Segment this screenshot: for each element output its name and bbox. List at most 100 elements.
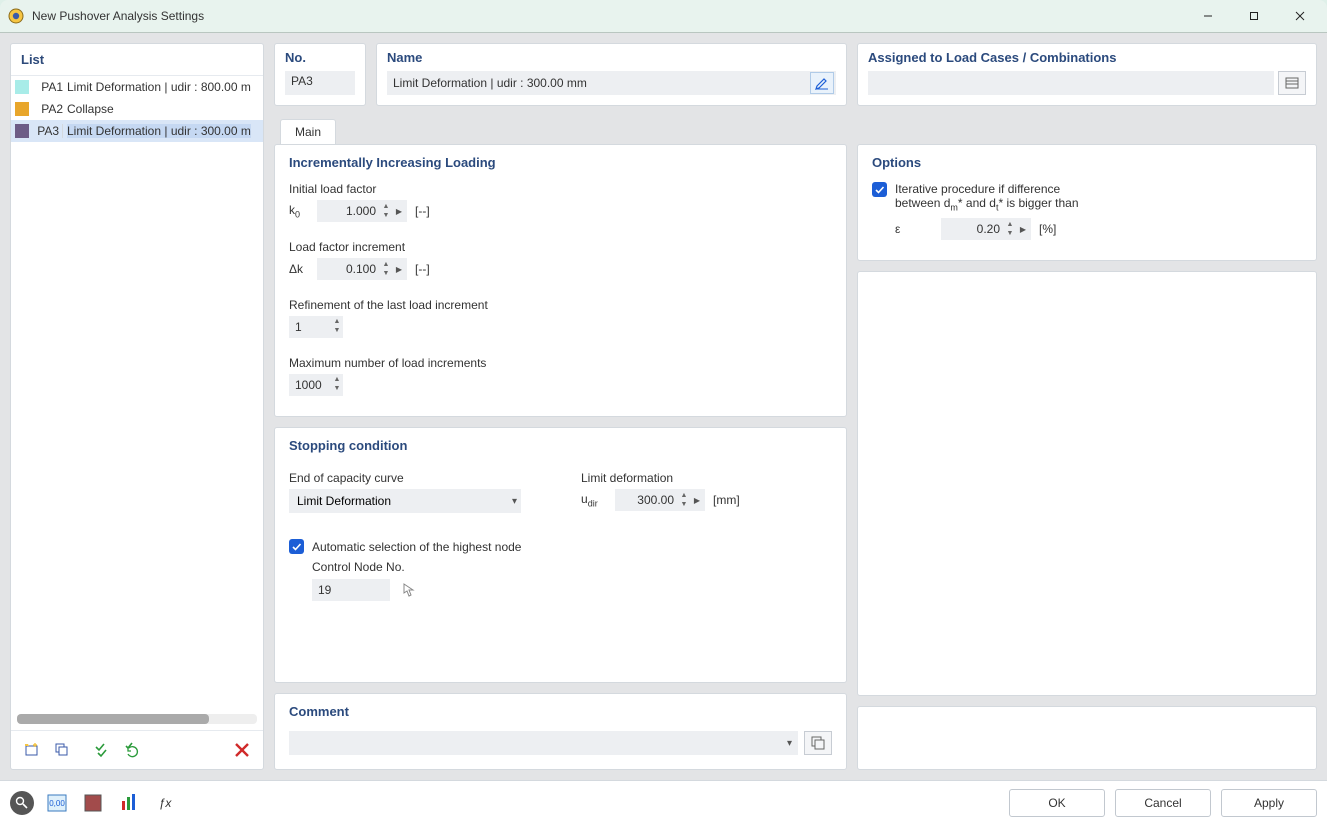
spinner-up-icon: ▲: [1004, 220, 1016, 229]
right-column: Options Iterative procedure if differenc…: [857, 144, 1317, 770]
name-label: Name: [387, 50, 836, 65]
list-body[interactable]: PA1 Limit Deformation | udir : 800.00 m …: [11, 76, 263, 708]
iterative-checkbox[interactable]: [872, 182, 887, 197]
options-section: Options Iterative procedure if differenc…: [857, 144, 1317, 261]
ok-button[interactable]: OK: [1009, 789, 1105, 817]
list-toolbar: [11, 730, 263, 769]
fx-button[interactable]: ƒx: [152, 790, 178, 816]
end-dropdown[interactable]: Limit Deformation ▾: [289, 489, 521, 513]
help-button[interactable]: [10, 791, 34, 815]
end-label: End of capacity curve: [289, 471, 521, 485]
chevron-down-icon: ▾: [512, 496, 517, 507]
eps-spinner[interactable]: 0.20 ▲▼ ▶: [941, 218, 1031, 240]
tab-main[interactable]: Main: [280, 119, 336, 144]
list-item-id: PA1: [33, 80, 63, 94]
auto-selection-label: Automatic selection of the highest node: [312, 540, 521, 554]
copy-item-button[interactable]: [49, 737, 75, 763]
spinner-up-icon: ▲: [331, 376, 343, 385]
name-field[interactable]: Limit Deformation | udir : 300.00 mm: [393, 76, 810, 90]
eps-unit: [%]: [1039, 222, 1056, 236]
comment-library-button[interactable]: [804, 731, 832, 755]
list-panel: List PA1 Limit Deformation | udir : 800.…: [10, 43, 264, 770]
close-button[interactable]: [1277, 2, 1323, 30]
spinner-down-icon: ▼: [678, 500, 690, 509]
comment-dropdown[interactable]: ▾: [289, 731, 798, 755]
left-column: Incrementally Increasing Loading Initial…: [274, 144, 847, 770]
dk-spinner[interactable]: 0.100 ▲▼ ▶: [317, 258, 407, 280]
color-button[interactable]: [80, 790, 106, 816]
list-header: List: [11, 44, 263, 76]
options-blank2: [857, 706, 1317, 770]
k0-symbol: k0: [289, 203, 317, 219]
spinner-play-icon: ▶: [392, 207, 406, 216]
k0-spinner[interactable]: 1.000 ▲▼ ▶: [317, 200, 407, 222]
spinner-down-icon: ▼: [331, 385, 343, 394]
pick-node-button[interactable]: [396, 578, 422, 602]
udir-symbol: udir: [581, 492, 615, 508]
spinner-down-icon: ▼: [331, 327, 343, 336]
increment-label: Load factor increment: [289, 240, 832, 254]
list-item-desc: Collapse: [67, 102, 114, 116]
header-row: No. PA3 Name Limit Deformation | udir : …: [274, 43, 1317, 106]
initial-load-label: Initial load factor: [289, 182, 832, 196]
udir-spinner[interactable]: 300.00 ▲▼ ▶: [615, 489, 705, 511]
dk-symbol: Δk: [289, 262, 317, 276]
apply-button[interactable]: Apply: [1221, 789, 1317, 817]
list-item-desc: Limit Deformation | udir : 300.00 m: [67, 124, 251, 138]
maximize-button[interactable]: [1231, 2, 1277, 30]
footer: 0,00 ƒx OK Cancel Apply: [0, 780, 1327, 824]
control-node-field[interactable]: 19: [312, 579, 390, 601]
list-item[interactable]: PA1 Limit Deformation | udir : 800.00 m: [11, 76, 263, 98]
udir-unit: [mm]: [713, 493, 740, 507]
refresh-check-button[interactable]: [119, 737, 145, 763]
max-label: Maximum number of load increments: [289, 356, 832, 370]
options-title: Options: [872, 155, 1302, 170]
control-node-label: Control Node No.: [312, 560, 832, 574]
spinner-down-icon: ▼: [1004, 229, 1016, 238]
spinner-down-icon: ▼: [380, 211, 392, 220]
limit-label: Limit deformation: [581, 471, 740, 485]
check-button[interactable]: [89, 737, 115, 763]
tab-row: Main: [274, 116, 1317, 144]
comment-title: Comment: [289, 704, 832, 719]
spinner-play-icon: ▶: [690, 496, 704, 505]
refine-spinner[interactable]: 1 ▲▼: [289, 316, 343, 338]
eps-symbol: ε: [895, 222, 941, 236]
stopping-section: Stopping condition End of capacity curve…: [274, 427, 847, 683]
units-button[interactable]: 0,00: [44, 790, 70, 816]
max-spinner[interactable]: 1000 ▲▼: [289, 374, 343, 396]
list-item-desc: Limit Deformation | udir : 800.00 m: [67, 80, 251, 94]
list-item-selected[interactable]: PA3 Limit Deformation | udir : 300.00 m: [11, 120, 263, 142]
auto-selection-checkbox[interactable]: [289, 539, 304, 554]
comment-section: Comment ▾: [274, 693, 847, 770]
incremental-section: Incrementally Increasing Loading Initial…: [274, 144, 847, 417]
stopping-title: Stopping condition: [289, 438, 832, 453]
list-horizontal-scrollbar[interactable]: [17, 714, 257, 724]
delete-button[interactable]: [229, 737, 255, 763]
tab-content: Incrementally Increasing Loading Initial…: [274, 144, 1317, 770]
dk-unit: [--]: [415, 262, 430, 276]
assigned-field[interactable]: [868, 71, 1274, 95]
new-item-button[interactable]: [19, 737, 45, 763]
list-item[interactable]: PA2 Collapse: [11, 98, 263, 120]
no-field[interactable]: PA3: [285, 71, 355, 95]
list-color-swatch: [15, 102, 29, 116]
title-bar: New Pushover Analysis Settings: [0, 0, 1327, 32]
workspace: List PA1 Limit Deformation | udir : 800.…: [0, 32, 1327, 780]
edit-name-button[interactable]: [810, 72, 834, 94]
app-icon: [8, 8, 24, 24]
minimize-button[interactable]: [1185, 2, 1231, 30]
spinner-up-icon: ▲: [331, 318, 343, 327]
list-color-swatch: [15, 124, 29, 138]
name-panel: Name Limit Deformation | udir : 300.00 m…: [376, 43, 847, 106]
k0-unit: [--]: [415, 204, 430, 218]
tab-container: Main Incrementally Increasing Loading In…: [274, 116, 1317, 770]
refine-label: Refinement of the last load increment: [289, 298, 832, 312]
list-item-id: PA3: [33, 124, 63, 138]
charts-button[interactable]: [116, 790, 142, 816]
spinner-up-icon: ▲: [678, 491, 690, 500]
options-blank1: [857, 271, 1317, 696]
incremental-title: Incrementally Increasing Loading: [289, 155, 832, 170]
cancel-button[interactable]: Cancel: [1115, 789, 1211, 817]
assigned-browse-button[interactable]: [1278, 71, 1306, 95]
